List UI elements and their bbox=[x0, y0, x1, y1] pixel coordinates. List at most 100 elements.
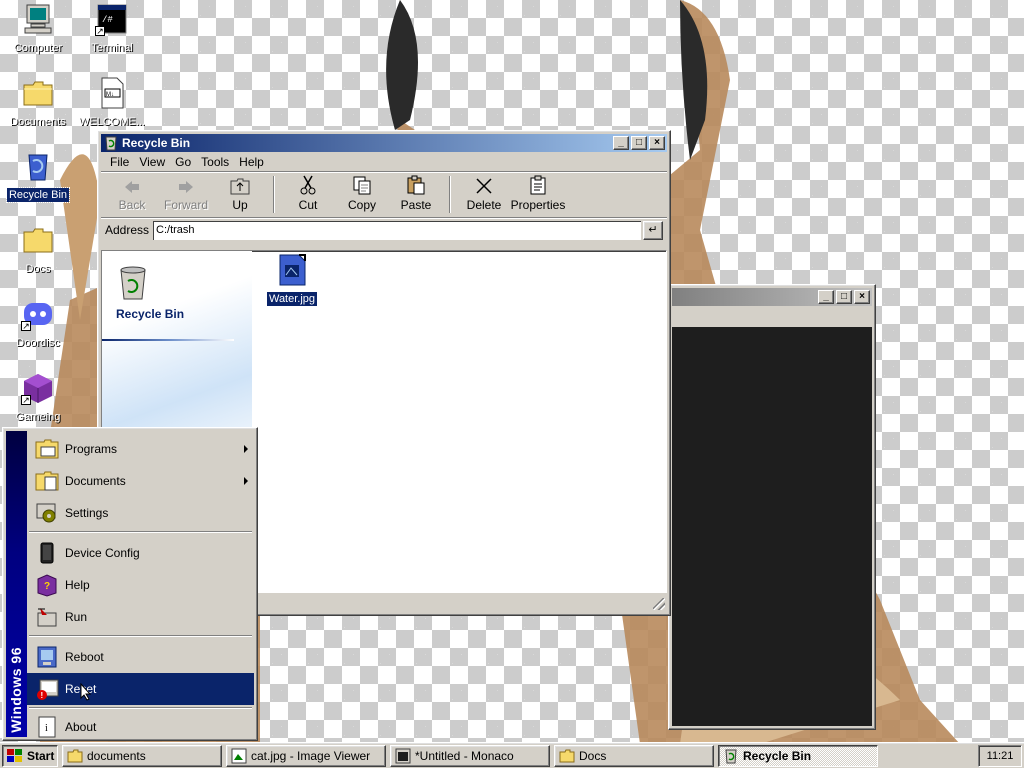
back-button[interactable]: Back bbox=[105, 174, 159, 215]
menu-separator bbox=[29, 531, 252, 533]
resize-grip-icon[interactable] bbox=[653, 598, 665, 610]
folder-title: Recycle Bin bbox=[116, 307, 185, 321]
settings-icon bbox=[35, 501, 59, 525]
svg-text:i: i bbox=[45, 723, 48, 734]
start-item-reset[interactable]: ! Reset bbox=[27, 673, 254, 705]
start-item-documents[interactable]: Documents bbox=[27, 465, 254, 497]
properties-icon bbox=[530, 175, 546, 195]
menu-help[interactable]: Help bbox=[234, 155, 269, 169]
desktop-icon-computer[interactable]: Computer bbox=[2, 2, 74, 55]
back-arrow-icon bbox=[125, 181, 139, 193]
device-icon bbox=[35, 541, 59, 565]
close-button[interactable]: × bbox=[854, 290, 870, 304]
desktop-icon-welcome[interactable]: M↓ WELCOME... bbox=[76, 76, 148, 129]
menu-separator bbox=[29, 707, 252, 709]
reset-icon: ! bbox=[35, 677, 59, 701]
brand-label: Windows 96 bbox=[8, 647, 24, 733]
maximize-button[interactable]: □ bbox=[836, 290, 852, 304]
markdown-file-icon: M↓ bbox=[95, 76, 129, 110]
menu-go[interactable]: Go bbox=[170, 155, 196, 169]
taskbar: Start documents cat.jpg - Image Viewer *… bbox=[0, 742, 1024, 768]
start-menu: Windows 96 Programs Documents Settings D… bbox=[2, 427, 258, 741]
address-label: Address bbox=[105, 223, 150, 237]
paste-button[interactable]: Paste bbox=[389, 174, 443, 215]
address-bar: Address ↵ bbox=[101, 218, 667, 242]
system-clock[interactable]: 11:21 bbox=[978, 745, 1022, 767]
start-item-device-config[interactable]: Device Config bbox=[27, 537, 254, 569]
editor-content[interactable] bbox=[672, 327, 872, 726]
terminal-icon: /# ↗ bbox=[95, 2, 129, 36]
windows-logo-icon bbox=[7, 748, 22, 762]
delete-x-icon bbox=[476, 178, 492, 194]
recycle-bin-icon bbox=[120, 266, 146, 300]
minimize-button[interactable]: _ bbox=[613, 136, 629, 150]
taskbar-item-image-viewer[interactable]: cat.jpg - Image Viewer bbox=[226, 744, 386, 767]
desktop-icon-terminal[interactable]: /# ↗ Terminal bbox=[76, 2, 148, 55]
minimize-button[interactable]: _ bbox=[818, 290, 834, 304]
editor-titlebar[interactable]: _ □ × bbox=[672, 288, 872, 306]
start-item-programs[interactable]: Programs bbox=[27, 433, 254, 465]
start-button[interactable]: Start bbox=[2, 744, 58, 767]
taskbar-item-recycle-bin[interactable]: Recycle Bin bbox=[718, 744, 878, 767]
address-input[interactable] bbox=[153, 220, 641, 240]
maximize-button[interactable]: □ bbox=[631, 136, 647, 150]
taskbar-item-docs[interactable]: Docs bbox=[554, 744, 714, 767]
folder-icon bbox=[21, 76, 55, 110]
cut-button[interactable]: Cut bbox=[281, 174, 335, 215]
folder-icon bbox=[559, 749, 575, 762]
desktop-icon-label: Documents bbox=[10, 116, 66, 128]
cube-icon: ↗ bbox=[21, 371, 55, 405]
copy-button[interactable]: Copy bbox=[335, 174, 389, 215]
desktop-icon-label: Recycle Bin bbox=[5, 187, 71, 203]
file-item[interactable]: Water.jpg bbox=[262, 253, 322, 307]
file-name: Water.jpg bbox=[265, 291, 319, 307]
menu-view[interactable]: View bbox=[134, 155, 170, 169]
editor-window[interactable]: _ □ × bbox=[668, 284, 876, 730]
menu-bar: File View Go Tools Help bbox=[101, 152, 667, 172]
svg-text:!: ! bbox=[41, 691, 44, 700]
properties-button[interactable]: Properties bbox=[511, 174, 565, 215]
go-button[interactable]: ↵ bbox=[643, 220, 663, 240]
svg-text:/#: /# bbox=[102, 15, 113, 25]
desktop-icon-label: Docs bbox=[25, 263, 51, 275]
forward-arrow-icon bbox=[179, 181, 193, 193]
window-titlebar[interactable]: Recycle Bin _ □ × bbox=[101, 134, 667, 152]
scissors-icon bbox=[300, 175, 316, 195]
desktop-icon-doordisc[interactable]: ↗ Doordisc bbox=[2, 297, 74, 350]
desktop-icon-label: Terminal bbox=[91, 42, 133, 54]
delete-button[interactable]: Delete bbox=[457, 174, 511, 215]
close-button[interactable]: × bbox=[649, 136, 665, 150]
desktop-icon-recycle-bin[interactable]: Recycle Bin bbox=[2, 149, 74, 203]
desktop-icon-label: Computer bbox=[13, 42, 63, 54]
forward-button[interactable]: Forward bbox=[159, 174, 213, 215]
about-icon: i bbox=[35, 715, 59, 739]
desktop-icon-label: Gameing bbox=[15, 411, 61, 423]
chat-app-icon: ↗ bbox=[21, 297, 55, 331]
desktop-icon-docs[interactable]: Docs bbox=[2, 223, 74, 276]
editor-icon bbox=[395, 748, 411, 763]
svg-text:?: ? bbox=[44, 581, 50, 592]
desktop-icon-documents[interactable]: Documents bbox=[2, 76, 74, 129]
menu-file[interactable]: File bbox=[105, 155, 134, 169]
run-icon bbox=[35, 605, 59, 629]
svg-text:M↓: M↓ bbox=[106, 92, 114, 98]
start-item-settings[interactable]: Settings bbox=[27, 497, 254, 529]
up-button[interactable]: Up bbox=[213, 174, 267, 215]
desktop-icon-gameing[interactable]: ↗ Gameing bbox=[2, 371, 74, 424]
help-book-icon: ? bbox=[35, 573, 59, 597]
taskbar-item-monaco[interactable]: *Untitled - Monaco bbox=[390, 744, 550, 767]
start-item-reboot[interactable]: Reboot bbox=[27, 641, 254, 673]
folder-icon bbox=[21, 223, 55, 257]
desktop-icon-label: WELCOME... bbox=[78, 116, 145, 128]
window-title: Recycle Bin bbox=[122, 136, 191, 150]
start-menu-banner: Windows 96 bbox=[6, 431, 27, 737]
toolbar: Back Forward Up Cut Copy Paste Delete Pr… bbox=[101, 172, 667, 218]
start-item-about[interactable]: i About bbox=[27, 713, 254, 741]
start-item-run[interactable]: Run bbox=[27, 601, 254, 633]
image-file-icon bbox=[279, 254, 306, 286]
menu-tools[interactable]: Tools bbox=[196, 155, 234, 169]
recycle-bin-icon bbox=[105, 136, 117, 151]
start-item-help[interactable]: ? Help bbox=[27, 569, 254, 601]
taskbar-item-documents[interactable]: documents bbox=[62, 744, 222, 767]
paste-icon bbox=[407, 175, 425, 195]
